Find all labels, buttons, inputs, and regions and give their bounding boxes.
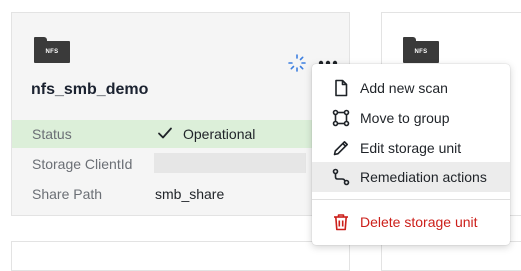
menu-divider xyxy=(312,199,510,200)
menu-item-label: Delete storage unit xyxy=(360,214,478,230)
remediation-icon xyxy=(332,168,350,186)
menu-item-label: Move to group xyxy=(360,110,450,126)
menu-item-label: Remediation actions xyxy=(360,169,487,185)
status-row: Status Operational xyxy=(12,120,351,148)
menu-item-move-to-group[interactable]: Move to group xyxy=(312,103,510,133)
share-path-label: Share Path xyxy=(32,186,103,202)
storage-clientid-value xyxy=(154,153,306,173)
share-path-value: smb_share xyxy=(155,186,225,202)
actions-menu: Add new scan Move to group Edit storage … xyxy=(312,64,510,245)
storage-unit-title: nfs_smb_demo xyxy=(31,81,149,98)
menu-item-add-new-scan[interactable]: Add new scan xyxy=(312,73,510,103)
sync-icon[interactable] xyxy=(287,53,307,78)
storage-unit-card-below xyxy=(11,241,350,271)
menu-item-label: Add new scan xyxy=(360,80,448,96)
group-icon xyxy=(332,109,350,127)
menu-item-delete-storage-unit[interactable]: Delete storage unit xyxy=(312,207,510,237)
storage-clientid-label: Storage ClientId xyxy=(32,156,133,172)
folder-label: NFS xyxy=(34,41,70,63)
folder-label: NFS xyxy=(403,41,439,63)
trash-icon xyxy=(332,213,350,231)
pencil-icon xyxy=(332,139,350,157)
menu-item-remediation-actions[interactable]: Remediation actions xyxy=(312,162,510,192)
menu-item-label: Edit storage unit xyxy=(360,140,462,156)
checkmark-icon xyxy=(157,126,173,145)
status-label: Status xyxy=(32,126,72,142)
file-icon xyxy=(332,79,350,97)
storage-unit-card: NFS nfs_smb_demo Status Operational Stor… xyxy=(11,12,351,216)
menu-item-edit-storage-unit[interactable]: Edit storage unit xyxy=(312,133,510,163)
status-value: Operational xyxy=(183,126,256,142)
storage-unit-card-below-right xyxy=(381,241,521,271)
